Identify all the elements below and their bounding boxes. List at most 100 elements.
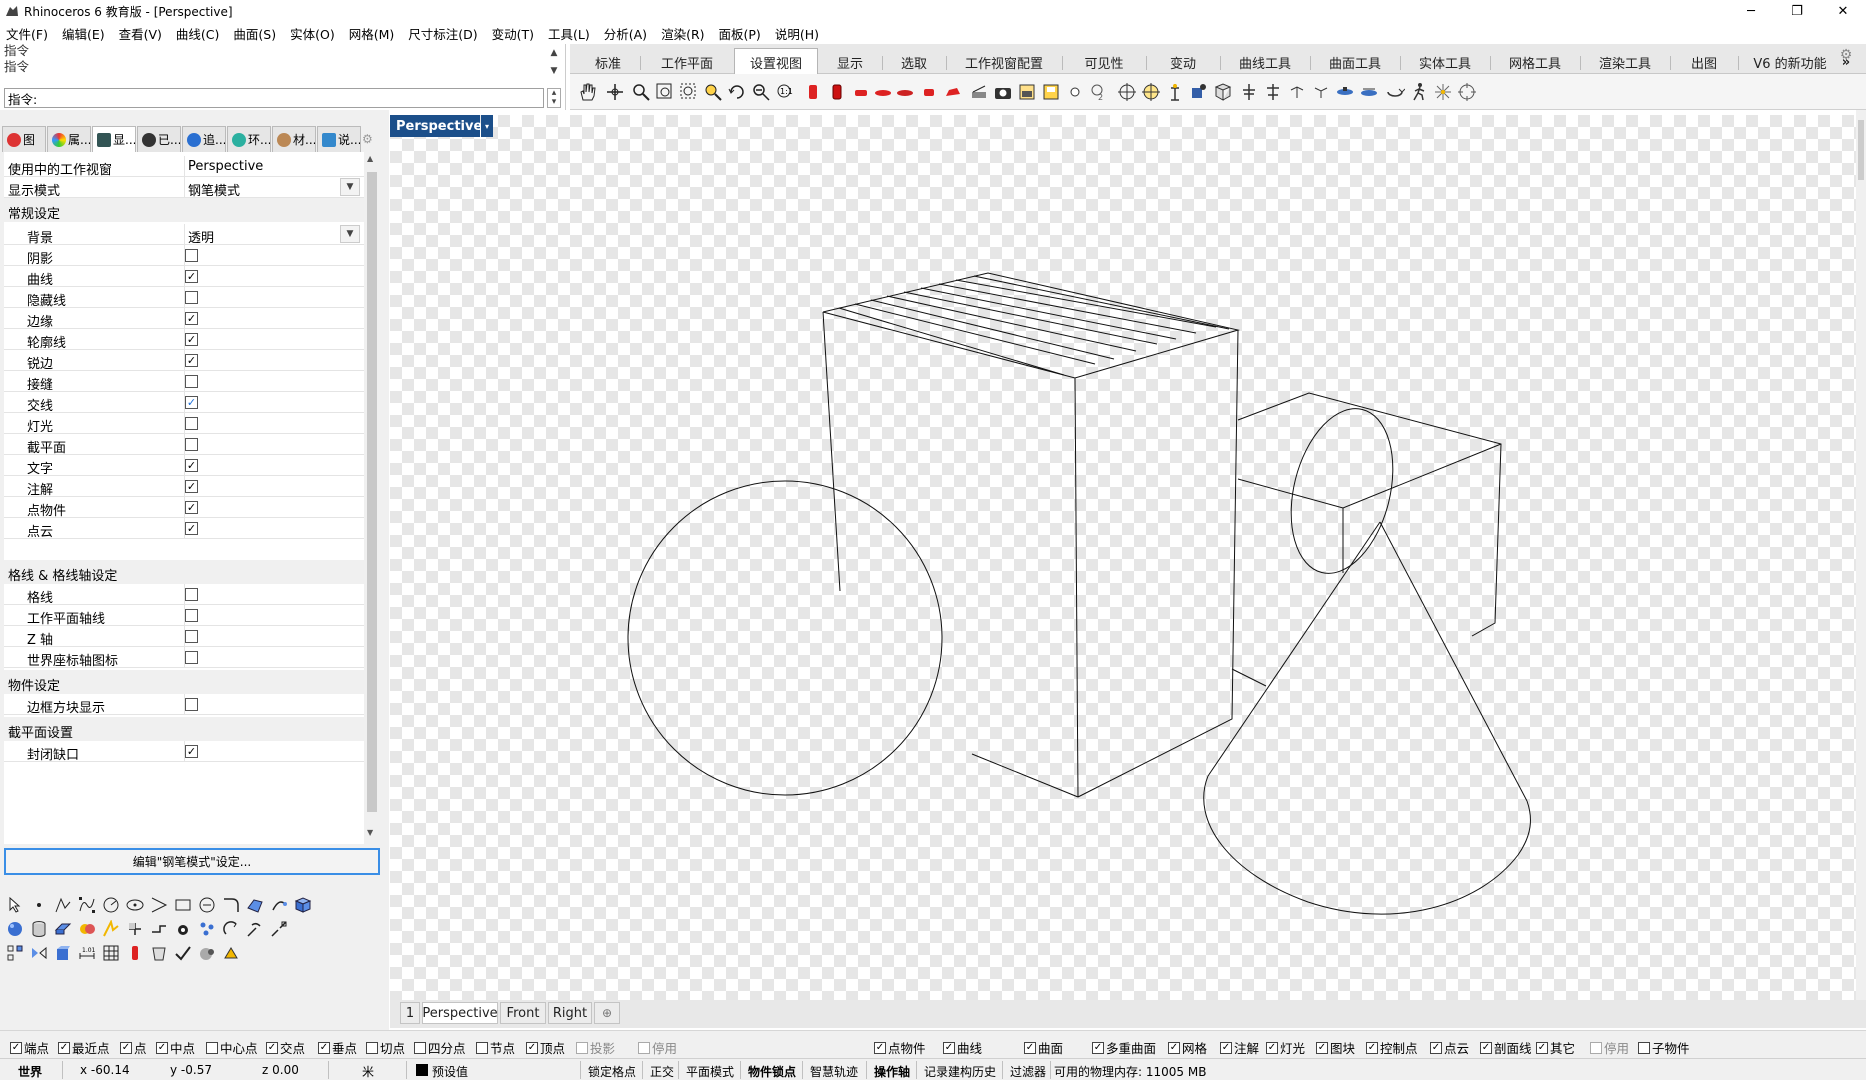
filter-checkbox[interactable]: ✓ 多重曲面 [1092,1038,1156,1057]
point-icon[interactable] [28,894,50,916]
tab-perspective[interactable]: Perspective [422,1002,498,1024]
join-icon[interactable] [148,918,170,940]
dolly-2-icon[interactable] [1358,81,1380,103]
walkabout-loop-icon[interactable] [1384,81,1406,103]
checkbox-box[interactable]: ✓ [156,1041,168,1054]
planar-toggle[interactable]: 平面模式 [686,1063,734,1080]
render-icon[interactable] [124,942,146,964]
tab-solid-tools[interactable]: 实体工具 [1402,50,1488,74]
target-circle-icon[interactable] [1456,81,1478,103]
prop-row-grid[interactable]: 世界座标轴图标 [4,647,364,669]
arc-icon[interactable] [148,894,170,916]
rotate-view-icon[interactable] [604,81,626,103]
prop-row-general[interactable]: 隐藏线 [4,287,364,309]
rotate-icon[interactable] [220,918,242,940]
checkbox-box[interactable] [1638,1041,1650,1054]
grid-snap-toggle[interactable]: 锁定格点 [588,1063,636,1080]
scrollbar-thumb[interactable] [367,172,377,812]
prop-row-general[interactable]: 点物件 ✓ [4,497,364,519]
osnap-checkbox[interactable]: ✓ 端点 [10,1038,49,1057]
filter-checkbox[interactable]: 停用 [1590,1038,1629,1057]
small-box-circle[interactable] [1275,398,1409,584]
zoom-selected-icon[interactable] [702,81,724,103]
tab-set-view[interactable]: 设置视图 [734,48,818,75]
panel-tab-properties[interactable]: 属... [47,126,91,152]
zoom-window-icon[interactable] [654,81,676,103]
circle-icon[interactable] [100,894,122,916]
swivel-camera-icon[interactable] [1188,81,1210,103]
menu-panels[interactable]: 面板(P) [719,24,761,43]
tab-drafting[interactable]: 出图 [1672,50,1736,74]
tab-display[interactable]: 显示 [820,50,880,74]
prop-checkbox[interactable] [185,249,198,262]
curve-icon[interactable] [76,894,98,916]
target-crosshair-icon[interactable] [1116,81,1138,103]
prop-row-general[interactable]: 阴影 [4,245,364,267]
prop-row-display-mode[interactable]: 显示模式 钢笔模式 ▼ [4,177,364,199]
mirror-icon[interactable] [28,942,50,964]
plan-view-icon[interactable] [1212,81,1234,103]
menu-render[interactable]: 渲染(R) [661,24,704,43]
polyline-icon[interactable] [52,894,74,916]
edge-tools-icon[interactable] [100,918,122,940]
dolly-1-icon[interactable] [1334,81,1356,103]
tab-right[interactable]: Right [548,1002,592,1024]
viewport-menu-icon[interactable]: ▾ [481,115,493,137]
add-viewport-icon[interactable]: ⊕ [594,1002,620,1024]
filter-checkbox[interactable]: ✓ 控制点 [1366,1038,1418,1057]
prop-row-object[interactable]: 边框方块显示 [4,694,364,716]
prop-checkbox[interactable] [185,651,198,664]
prop-checkbox[interactable] [185,438,198,451]
checkbox-box[interactable]: ✓ [318,1041,330,1054]
camera-red-1-icon[interactable] [802,81,824,103]
panel-tab-environment[interactable]: 环... [227,126,271,152]
tab-mesh-tools[interactable]: 网格工具 [1492,50,1578,74]
move-icon[interactable] [244,918,266,940]
gumball-toggle[interactable]: 操作轴 [874,1063,910,1080]
undo-view-icon[interactable] [726,81,748,103]
prop-checkbox[interactable]: ✓ [185,333,198,346]
tab-visibility[interactable]: 可见性 [1064,50,1144,74]
cone-base[interactable] [1203,775,1531,915]
checkbox-box[interactable]: ✓ [943,1041,955,1054]
cone-right-edge[interactable] [1379,521,1528,802]
make2d-icon[interactable] [220,942,242,964]
prop-row-general[interactable]: 交线 ✓ [4,392,364,414]
minimize-button[interactable]: ─ [1728,0,1774,22]
cone-left-edge[interactable] [1207,521,1381,777]
checkbox-box[interactable]: ✓ [1168,1041,1180,1054]
checkbox-box[interactable]: ✓ [1430,1041,1442,1054]
osnap-checkbox[interactable]: ✓ 垂点 [318,1038,357,1057]
current-layer[interactable]: 预设值 [432,1063,468,1080]
prop-checkbox[interactable] [185,417,198,430]
prop-checkbox[interactable] [185,375,198,388]
box-left-edge[interactable] [822,311,841,592]
menu-surface[interactable]: 曲面(S) [233,24,276,43]
section-general[interactable]: 常规设定 [4,198,364,222]
osnap-toggle[interactable]: 物件锁点 [748,1063,796,1080]
filter-checkbox[interactable]: 子物件 [1638,1038,1690,1057]
osnap-checkbox[interactable]: 投影 [576,1038,615,1057]
filter-checkbox[interactable]: ✓ 注解 [1220,1038,1259,1057]
camera-icon[interactable] [992,81,1014,103]
osnap-checkbox[interactable]: ✓ 顶点 [526,1038,565,1057]
panel-tab-named-views[interactable]: 已... [137,126,181,152]
toolbar-settings-icon[interactable]: ⚙ [1836,44,1856,66]
drafting-icon[interactable] [148,942,170,964]
chevron-down-icon[interactable]: ▼ [340,178,360,196]
right-scrollbar[interactable] [1856,110,1866,1000]
zoom-out-icon[interactable] [750,81,772,103]
tab-v6-new[interactable]: V6 的新功能 [1740,50,1840,74]
prop-checkbox[interactable]: ✓ [185,396,198,409]
zoom-extents-icon[interactable] [678,81,700,103]
rectangle-icon[interactable] [172,894,194,916]
prop-checkbox[interactable]: ✓ [185,312,198,325]
filter-checkbox[interactable]: ✓ 网格 [1168,1038,1207,1057]
analyze-icon[interactable] [196,942,218,964]
menu-tools[interactable]: 工具(L) [548,24,590,43]
tab-viewport-layout[interactable]: 工作视窗配置 [948,50,1060,74]
properties-scrollbar[interactable]: ▲ ▼ [364,152,380,844]
prop-row-general[interactable]: 点云 ✓ [4,518,364,540]
panel-tab-materials[interactable]: 材... [272,126,316,152]
zoom-1to1-icon[interactable]: 1:1 [774,81,796,103]
